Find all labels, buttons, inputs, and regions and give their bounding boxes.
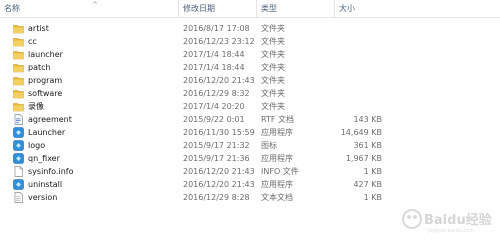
file-name: 录像 <box>28 102 44 111</box>
file-type: INFO 文件 <box>261 167 299 176</box>
file-type: 文本文档 <box>261 193 293 202</box>
folder-icon <box>13 101 24 112</box>
file-row[interactable]: launcher 2017/1/4 18:44 文件夹 <box>0 48 500 61</box>
file-size: 361 KB <box>353 141 382 150</box>
file-row[interactable]: patch 2017/1/4 18:44 文件夹 <box>0 61 500 74</box>
file-type: 文件夹 <box>261 50 285 59</box>
column-header-row: 名称 ^ 修改日期 类型 大小 <box>0 0 500 18</box>
file-size: 1 KB <box>363 167 382 176</box>
file-type: 应用程序 <box>261 154 293 163</box>
application-icon <box>13 140 24 151</box>
file-type: 应用程序 <box>261 180 293 189</box>
file-size: 14,649 KB <box>340 128 382 137</box>
generic-file-icon <box>13 166 24 177</box>
file-type: 应用程序 <box>261 128 293 137</box>
file-date-modified: 2017/1/4 20:20 <box>183 102 245 111</box>
file-type: 文件夹 <box>261 102 285 111</box>
file-list: artist 2016/8/17 17:08 文件夹 cc 2016/12/23 23:… <box>0 22 500 204</box>
file-name: logo <box>28 141 46 150</box>
column-header-type[interactable]: 类型 <box>256 0 334 18</box>
sort-ascending-icon: ^ <box>92 1 98 9</box>
file-row[interactable]: cc 2016/12/23 23:12 文件夹 <box>0 35 500 48</box>
file-date-modified: 2017/1/4 18:44 <box>183 50 245 59</box>
application-icon <box>13 153 24 164</box>
file-type: 文件夹 <box>261 89 285 98</box>
file-name: agreement <box>28 115 72 124</box>
file-row[interactable]: artist 2016/8/17 17:08 文件夹 <box>0 22 500 35</box>
file-name: cc <box>28 37 37 46</box>
file-name: sysinfo.info <box>28 167 74 176</box>
folder-icon <box>13 23 24 34</box>
column-header-size[interactable]: 大小 <box>334 0 382 18</box>
file-name: Launcher <box>28 128 66 137</box>
text-document-icon <box>13 192 24 203</box>
file-date-modified: 2016/12/20 21:43 <box>183 76 255 85</box>
file-date-modified: 2016/12/29 8:32 <box>183 89 250 98</box>
folder-icon <box>13 62 24 73</box>
file-type: 文件夹 <box>261 76 285 85</box>
file-row[interactable]: agreement 2015/9/22 0:01 RTF 文档 143 KB <box>0 113 500 126</box>
file-type: 图标 <box>261 141 277 150</box>
file-size: 143 KB <box>353 115 382 124</box>
file-type: 文件夹 <box>261 63 285 72</box>
file-row[interactable]: qn_fixer 2015/9/17 21:36 应用程序 1,967 KB <box>0 152 500 165</box>
file-name: qn_fixer <box>28 154 60 163</box>
file-date-modified: 2016/12/23 23:12 <box>183 37 255 46</box>
file-date-modified: 2015/9/17 21:32 <box>183 141 250 150</box>
column-header-date-modified[interactable]: 修改日期 <box>178 0 256 18</box>
folder-icon <box>13 88 24 99</box>
file-date-modified: 2015/9/22 0:01 <box>183 115 245 124</box>
file-date-modified: 2016/11/30 15:59 <box>183 128 255 137</box>
file-type: 文件夹 <box>261 24 285 33</box>
file-row[interactable]: 录像 2017/1/4 20:20 文件夹 <box>0 100 500 113</box>
file-row[interactable]: software 2016/12/29 8:32 文件夹 <box>0 87 500 100</box>
folder-icon <box>13 75 24 86</box>
file-row[interactable]: Launcher 2016/11/30 15:59 应用程序 14,649 KB <box>0 126 500 139</box>
application-icon <box>13 179 24 190</box>
file-name: launcher <box>28 50 63 59</box>
file-name: version <box>28 193 58 202</box>
file-type: RTF 文档 <box>261 115 295 124</box>
file-date-modified: 2017/1/4 18:44 <box>183 63 245 72</box>
baidu-jingyan-watermark: Baidu经验 jingyan.baidu.com <box>402 209 492 233</box>
file-row[interactable]: uninstall 2016/12/20 21:43 应用程序 427 KB <box>0 178 500 191</box>
svg-text:jingyan.baidu.com: jingyan.baidu.com <box>427 228 474 233</box>
file-name: artist <box>28 24 49 33</box>
file-row[interactable]: logo 2015/9/17 21:32 图标 361 KB <box>0 139 500 152</box>
file-date-modified: 2016/12/20 21:43 <box>183 180 255 189</box>
file-date-modified: 2016/12/29 8:28 <box>183 193 250 202</box>
column-header-name[interactable]: 名称 <box>0 0 178 18</box>
file-name: uninstall <box>28 180 63 189</box>
rtf-document-icon <box>13 114 24 125</box>
file-name: patch <box>28 63 51 72</box>
file-name: software <box>28 89 63 98</box>
file-name: program <box>28 76 63 85</box>
file-date-modified: 2016/12/20 21:43 <box>183 167 255 176</box>
file-size: 427 KB <box>353 180 382 189</box>
file-size: 1,967 KB <box>345 154 382 163</box>
file-row[interactable]: sysinfo.info 2016/12/20 21:43 INFO 文件 1 KB <box>0 165 500 178</box>
application-icon <box>13 127 24 138</box>
svg-text:Baidu经验: Baidu经验 <box>424 212 492 228</box>
file-date-modified: 2016/8/17 17:08 <box>183 24 250 33</box>
folder-icon <box>13 49 24 60</box>
file-size: 1 KB <box>363 193 382 202</box>
file-type: 文件夹 <box>261 37 285 46</box>
folder-icon <box>13 36 24 47</box>
file-row[interactable]: version 2016/12/29 8:28 文本文档 1 KB <box>0 191 500 204</box>
file-date-modified: 2015/9/17 21:36 <box>183 154 250 163</box>
file-row[interactable]: program 2016/12/20 21:43 文件夹 <box>0 74 500 87</box>
